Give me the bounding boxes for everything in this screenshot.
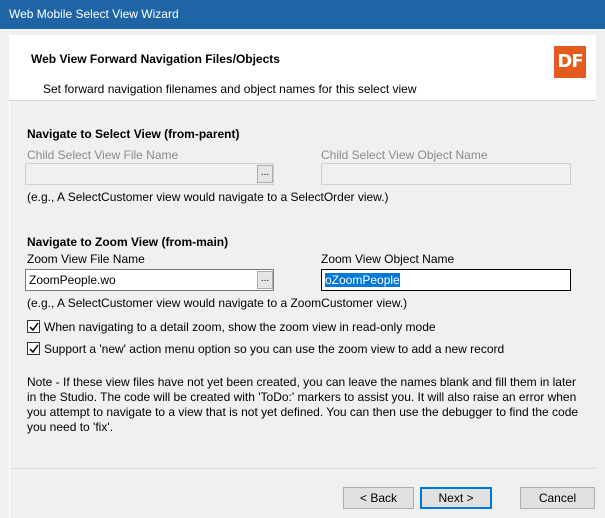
readonly-option-label: When navigating to a detail zoom, show t… (44, 320, 436, 334)
note-text: Note - If these view files have not yet … (27, 375, 579, 434)
child-select-browse-button: ... (257, 165, 273, 183)
next-button[interactable]: Next > (420, 487, 492, 509)
zoom-object-value: oZoomPeople (325, 273, 400, 287)
page-subtitle: Set forward navigation filenames and obj… (43, 82, 417, 96)
readonly-checkbox[interactable] (27, 320, 40, 333)
checkmark-icon (29, 322, 39, 332)
zoom-file-label: Zoom View File Name (27, 252, 145, 266)
page-title: Web View Forward Navigation Files/Object… (31, 52, 280, 66)
wizard-header: Web View Forward Navigation Files/Object… (9, 35, 596, 101)
left-border (9, 101, 10, 518)
zoom-file-browse-button[interactable]: ... (257, 271, 273, 289)
dataflex-logo-icon: DF (554, 46, 586, 78)
new-action-option-label: Support a 'new' action menu option so yo… (44, 342, 505, 356)
zoom-file-field[interactable]: ZoomPeople.wo (25, 269, 274, 291)
child-select-object-label: Child Select View Object Name (321, 148, 488, 162)
select-view-example: (e.g., A SelectCustomer view would navig… (27, 190, 389, 204)
zoom-view-section-title: Navigate to Zoom View (from-main) (27, 235, 229, 249)
cancel-button[interactable]: Cancel (520, 487, 595, 509)
select-view-section-title: Navigate to Select View (from-parent) (27, 127, 240, 141)
back-button[interactable]: < Back (343, 487, 414, 509)
zoom-object-field[interactable]: oZoomPeople (321, 269, 571, 291)
zoom-file-value: ZoomPeople.wo (29, 273, 116, 287)
footer-separator (10, 468, 596, 469)
zoom-view-example: (e.g., A SelectCustomer view would navig… (27, 296, 408, 310)
child-select-file-field (25, 163, 274, 185)
child-select-object-field (321, 163, 571, 185)
child-select-file-label: Child Select View File Name (27, 148, 179, 162)
window-title: Web Mobile Select View Wizard (9, 7, 179, 21)
checkmark-icon (29, 344, 39, 354)
window-titlebar: Web Mobile Select View Wizard (0, 0, 605, 29)
zoom-object-label: Zoom View Object Name (321, 252, 455, 266)
new-action-checkbox[interactable] (27, 342, 40, 355)
